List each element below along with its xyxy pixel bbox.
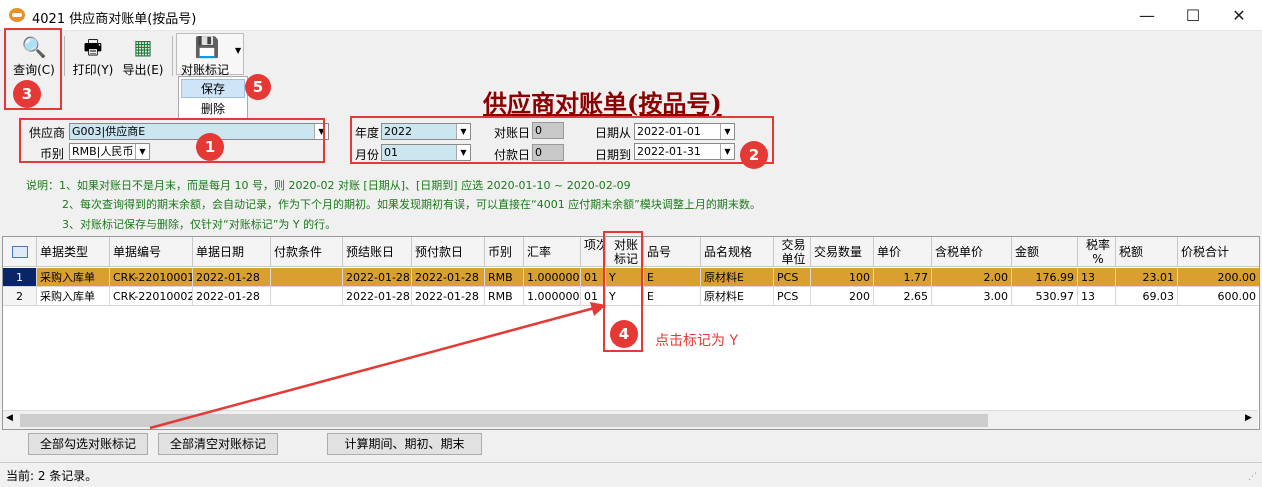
column-header[interactable]: 汇率 bbox=[524, 237, 581, 267]
table-cell[interactable]: 2022-01-28 bbox=[412, 268, 485, 287]
check-all-button[interactable]: 全部勾选对账标记 bbox=[28, 433, 148, 455]
annotation-hint: 点击标记为 Y bbox=[655, 333, 739, 349]
table-cell[interactable]: 1.77 bbox=[874, 268, 932, 287]
column-header[interactable]: 单价 bbox=[874, 237, 932, 267]
menu-item-save[interactable]: 保存 bbox=[181, 79, 245, 98]
table-cell[interactable]: 采购入库单 bbox=[37, 287, 110, 306]
annotation-badge-1: 1 bbox=[196, 133, 224, 161]
column-header[interactable]: 价税合计 bbox=[1178, 237, 1259, 267]
annotation-badge-3: 3 bbox=[13, 80, 41, 108]
table-cell[interactable]: E bbox=[644, 287, 701, 306]
note-line-3: 3、对账标记保存与删除，仅针对“对账标记”为 Y 的行。 bbox=[62, 218, 337, 231]
table-cell[interactable]: 2022-01-28 bbox=[343, 268, 412, 287]
title-bar: 4021 供应商对账单(按品号) — ☐ ✕ bbox=[0, 0, 1262, 31]
horizontal-scrollbar[interactable]: ◀ ▶ bbox=[3, 410, 1258, 429]
clear-all-button[interactable]: 全部清空对账标记 bbox=[158, 433, 278, 455]
export-button[interactable]: ▦ 导出(E) bbox=[118, 34, 168, 80]
column-header[interactable]: 单据编号 bbox=[110, 237, 193, 267]
table-cell[interactable]: 1.000000 bbox=[524, 287, 581, 306]
column-header[interactable]: 单据日期 bbox=[193, 237, 271, 267]
table-cell[interactable] bbox=[271, 287, 343, 306]
menu-item-delete[interactable]: 删除 bbox=[181, 100, 245, 119]
minimize-button[interactable]: — bbox=[1124, 0, 1170, 31]
printer-icon: 🖶 bbox=[83, 35, 103, 59]
table-cell[interactable]: 530.97 bbox=[1012, 287, 1078, 306]
column-header[interactable]: 付款条件 bbox=[271, 237, 343, 267]
table-cell[interactable]: 原材料E bbox=[701, 287, 774, 306]
table-cell[interactable]: 2.00 bbox=[932, 268, 1012, 287]
table-cell[interactable]: 23.01 bbox=[1116, 268, 1178, 287]
scroll-left-icon[interactable]: ◀ bbox=[6, 413, 13, 423]
table-cell[interactable]: 100 bbox=[811, 268, 874, 287]
table-cell[interactable]: 2022-01-28 bbox=[193, 287, 271, 306]
column-header[interactable]: 税额 bbox=[1116, 237, 1178, 267]
table-cell[interactable]: PCS bbox=[774, 287, 811, 306]
table-cell[interactable]: 200 bbox=[811, 287, 874, 306]
table-cell[interactable]: 200.00 bbox=[1178, 268, 1259, 287]
table-cell[interactable]: RMB bbox=[485, 268, 524, 287]
table-cell[interactable] bbox=[271, 268, 343, 287]
table-cell[interactable]: PCS bbox=[774, 268, 811, 287]
table-cell[interactable]: 176.99 bbox=[1012, 268, 1078, 287]
table-cell[interactable]: 69.03 bbox=[1116, 287, 1178, 306]
annotation-box-2 bbox=[350, 116, 774, 164]
table-cell[interactable]: CRK-22010002 bbox=[110, 287, 193, 306]
note-line-1: 说明：1、如果对账日不是月末，而是每月 10 号，则 2020-02 对账 [日… bbox=[26, 179, 631, 192]
resize-grip-icon[interactable]: ⋰ bbox=[1248, 472, 1257, 482]
table-cell[interactable]: 2 bbox=[3, 287, 37, 306]
table-cell[interactable]: 1 bbox=[3, 268, 37, 287]
toolbar-separator bbox=[64, 36, 65, 76]
column-header[interactable]: 交易数量 bbox=[811, 237, 874, 267]
table-cell[interactable]: 13 bbox=[1078, 287, 1116, 306]
column-header[interactable]: 单据类型 bbox=[37, 237, 110, 267]
excel-icon: ▦ bbox=[133, 35, 153, 59]
scrollbar-thumb[interactable] bbox=[20, 414, 988, 427]
table-cell[interactable]: 2.65 bbox=[874, 287, 932, 306]
window-title: 4021 供应商对账单(按品号) bbox=[32, 12, 197, 27]
table-cell[interactable]: CRK-22010001 bbox=[110, 268, 193, 287]
column-header[interactable]: 品号 bbox=[644, 237, 701, 267]
annotation-box-1 bbox=[19, 118, 325, 163]
scroll-right-icon[interactable]: ▶ bbox=[1245, 413, 1252, 423]
table-cell[interactable]: 600.00 bbox=[1178, 287, 1259, 306]
column-header[interactable]: 币别 bbox=[485, 237, 524, 267]
chevron-down-icon[interactable]: ▼ bbox=[235, 46, 241, 55]
calc-period-button[interactable]: 计算期间、期初、期末 bbox=[327, 433, 482, 455]
print-button[interactable]: 🖶 打印(Y) bbox=[68, 34, 118, 80]
annotation-badge-5: 5 bbox=[245, 74, 271, 100]
reconcile-mark-button[interactable]: 💾 ▼ 对账标记 bbox=[176, 33, 244, 77]
annotation-badge-2: 2 bbox=[740, 141, 768, 169]
table-cell[interactable]: RMB bbox=[485, 287, 524, 306]
app-icon bbox=[9, 8, 25, 22]
annotation-badge-4: 4 bbox=[610, 320, 638, 348]
report-title: 供应商对账单(按品号) bbox=[483, 89, 722, 118]
grid-corner-icon[interactable] bbox=[3, 237, 37, 267]
table-cell[interactable]: 2022-01-28 bbox=[193, 268, 271, 287]
column-header[interactable]: 预结账日 bbox=[343, 237, 412, 267]
column-header[interactable]: 品名规格 bbox=[701, 237, 774, 267]
column-header[interactable]: 税率 % bbox=[1078, 237, 1116, 267]
column-header[interactable]: 交易 单位 bbox=[774, 237, 811, 267]
column-header[interactable]: 预付款日 bbox=[412, 237, 485, 267]
table-cell[interactable]: 原材料E bbox=[701, 268, 774, 287]
table-cell[interactable]: E bbox=[644, 268, 701, 287]
floppy-disk-icon: 💾 bbox=[194, 35, 220, 59]
note-line-2: 2、每次查询得到的期末余额，会自动记录，作为下个月的期初。如果发现期初有误，可以… bbox=[62, 198, 761, 211]
table-cell[interactable]: 13 bbox=[1078, 268, 1116, 287]
status-bar: 当前: 2 条记录。 bbox=[0, 462, 1262, 487]
table-cell[interactable]: 1.000000 bbox=[524, 268, 581, 287]
print-label: 打印(Y) bbox=[72, 63, 114, 77]
reconcile-dropdown-menu: 保存 删除 bbox=[178, 76, 248, 120]
column-header[interactable]: 金额 bbox=[1012, 237, 1078, 267]
column-header[interactable]: 含税单价 bbox=[932, 237, 1012, 267]
table-cell[interactable]: 3.00 bbox=[932, 287, 1012, 306]
table-cell[interactable]: 2022-01-28 bbox=[343, 287, 412, 306]
maximize-button[interactable]: ☐ bbox=[1170, 0, 1216, 31]
table-cell[interactable]: 采购入库单 bbox=[37, 268, 110, 287]
close-button[interactable]: ✕ bbox=[1216, 0, 1262, 31]
table-cell[interactable]: 2022-01-28 bbox=[412, 287, 485, 306]
export-label: 导出(E) bbox=[122, 63, 164, 77]
